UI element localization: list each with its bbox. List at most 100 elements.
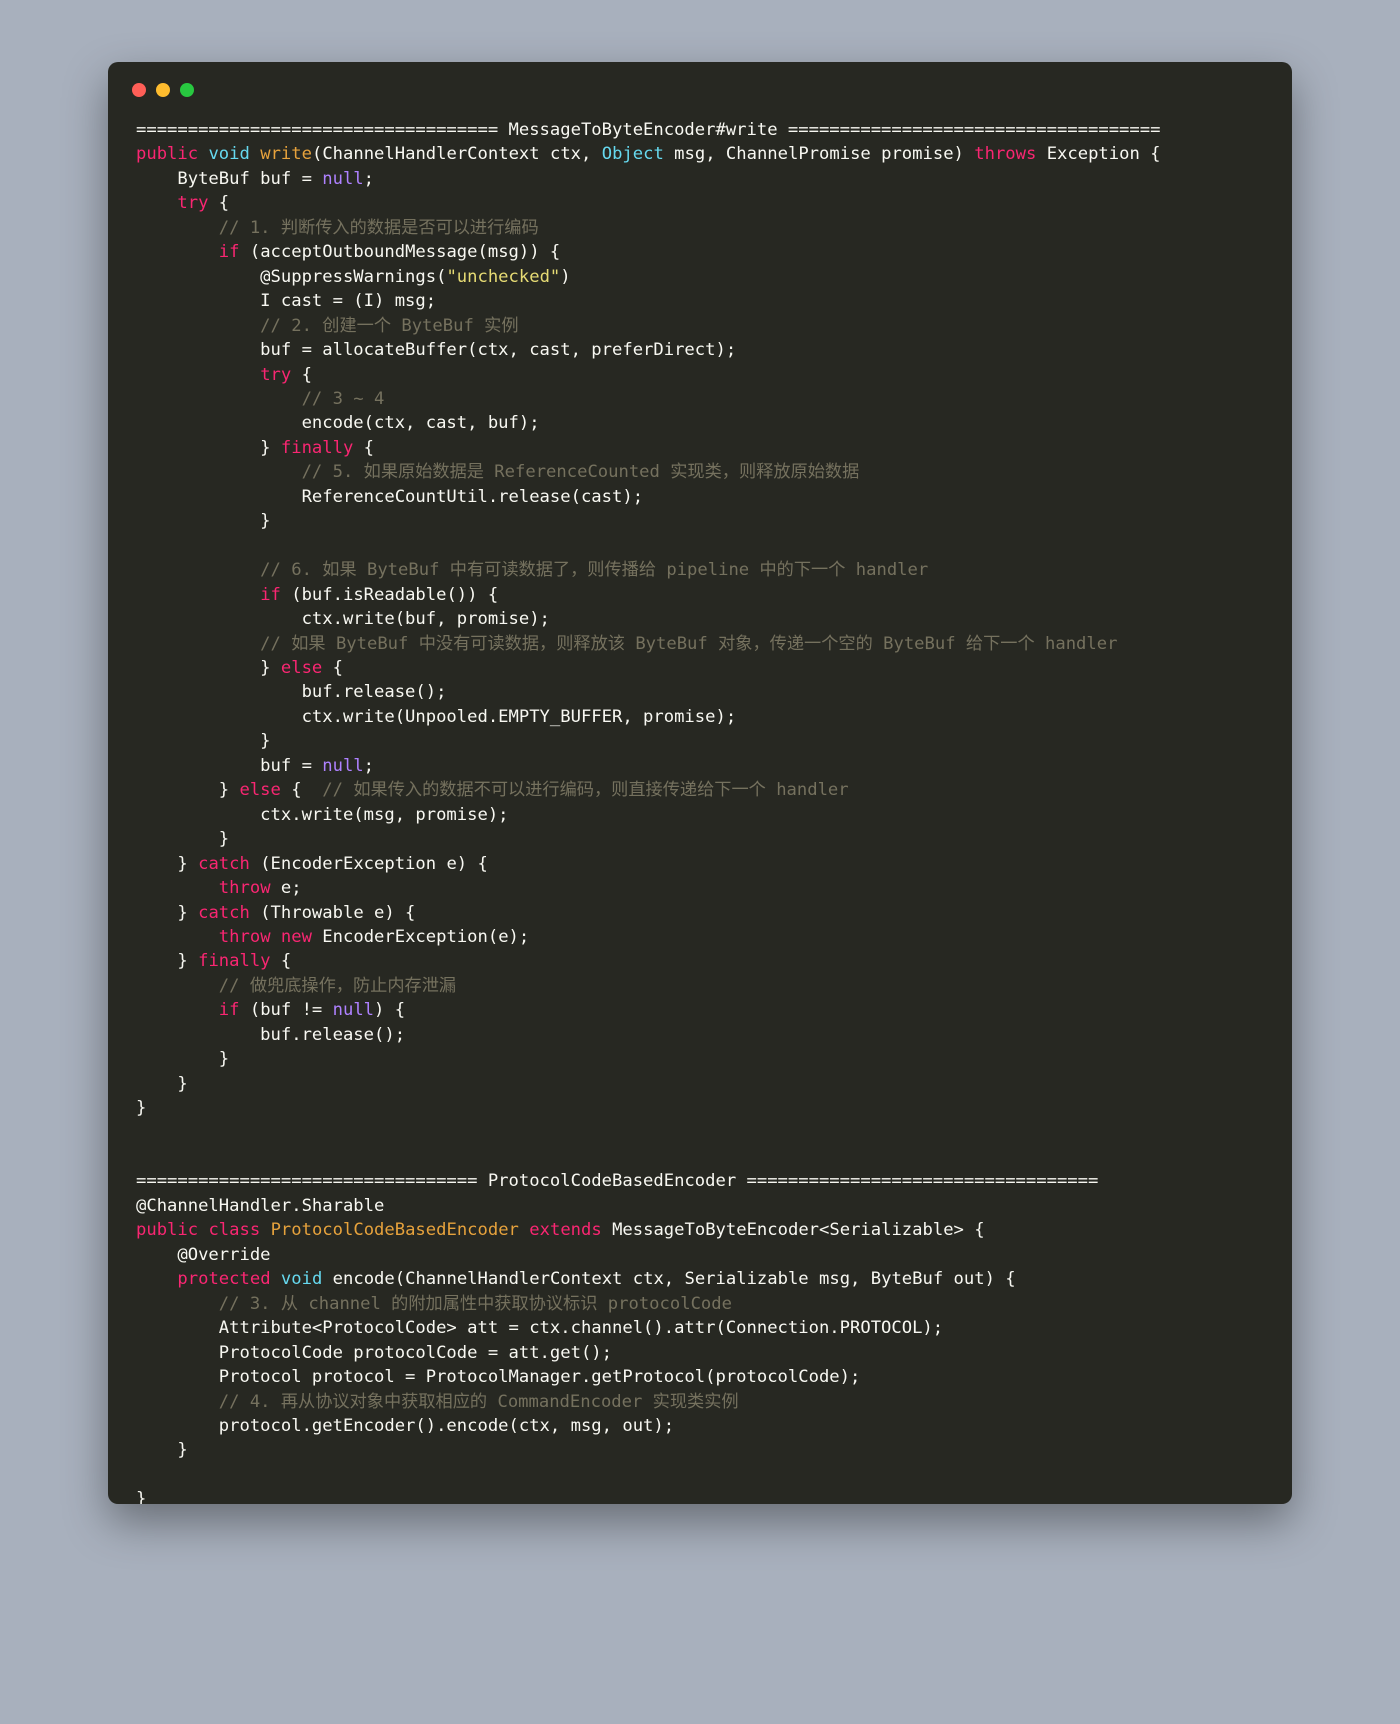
code-token: encode(ChannelHandlerContext ctx, Serial…	[322, 1269, 1016, 1290]
code-line: ReferenceCountUtil.release(cast);	[136, 485, 1270, 509]
code-line: buf.release();	[136, 680, 1270, 704]
code-line: ByteBuf buf = null;	[136, 167, 1270, 191]
code-token: }	[136, 1440, 188, 1461]
code-token: @ChannelHandler.Sharable	[136, 1195, 385, 1216]
zoom-button[interactable]	[180, 83, 194, 97]
code-token: null	[322, 168, 364, 189]
code-token: // 3. 从 channel 的附加属性中获取协议标识 protocolCod…	[136, 1293, 732, 1314]
code-line: ProtocolCode protocolCode = att.get();	[136, 1341, 1270, 1365]
code-line: } catch (EncoderException e) {	[136, 852, 1270, 876]
code-token: {	[322, 657, 343, 678]
code-token: public	[136, 144, 199, 165]
code-line: Protocol protocol = ProtocolManager.getP…	[136, 1365, 1270, 1389]
code-token: try	[177, 193, 209, 214]
code-token: finally	[280, 437, 354, 458]
minimize-button[interactable]	[156, 83, 170, 97]
code-token: // 如果传入的数据不可以进行编码，则直接传递给下一个 handler	[322, 780, 849, 801]
code-token: protected	[177, 1269, 271, 1290]
code-token: if	[218, 242, 240, 263]
code-token: ctx.write(buf, promise);	[136, 609, 550, 630]
code-token: ) {	[374, 1000, 406, 1021]
code-token: else	[280, 657, 323, 678]
code-token: class	[208, 1220, 261, 1241]
code-token: // 2. 创建一个 ByteBuf 实例	[136, 315, 519, 336]
code-token: // 5. 如果原始数据是 ReferenceCounted 实现类，则释放原始…	[136, 462, 860, 483]
code-token: {	[353, 437, 375, 458]
code-token: // 6. 如果 ByteBuf 中有可读数据了，则传播给 pipeline 中…	[136, 560, 929, 581]
code-token: ctx.write(msg, promise);	[136, 804, 509, 825]
code-token: write	[260, 144, 312, 165]
code-token: buf.release();	[136, 682, 447, 703]
code-token: {	[280, 780, 323, 801]
code-line: protocol.getEncoder().encode(ctx, msg, o…	[136, 1414, 1270, 1438]
code-token: ;	[363, 168, 375, 189]
code-line: // 做兜底操作，防止内存泄漏	[136, 974, 1270, 998]
code-token: )	[560, 266, 571, 287]
code-line: } finally {	[136, 949, 1270, 973]
code-token: =================================== Mess…	[136, 120, 1161, 140]
code-token: Exception {	[1036, 144, 1161, 165]
code-line: ================================= Protoc…	[136, 1169, 1270, 1193]
code-token: buf = allocateBuffer(ctx, cast, preferDi…	[136, 340, 737, 361]
code-line: } catch (Throwable e) {	[136, 901, 1270, 925]
code-line: // 2. 创建一个 ByteBuf 实例	[136, 314, 1270, 338]
code-line: throw new EncoderException(e);	[136, 925, 1270, 949]
code-line: @Override	[136, 1243, 1270, 1267]
code-line: if (buf.isReadable()) {	[136, 583, 1270, 607]
close-button[interactable]	[132, 83, 146, 97]
code-token: e;	[270, 878, 302, 899]
code-token: try	[260, 364, 292, 385]
code-line: } else {	[136, 656, 1270, 680]
code-line: // 4. 再从协议对象中获取相应的 CommandEncoder 实现类实例	[136, 1390, 1270, 1414]
window-titlebar	[108, 62, 1292, 118]
code-token: protocol.getEncoder().encode(ctx, msg, o…	[136, 1416, 675, 1437]
code-line: if (acceptOutboundMessage(msg)) {	[136, 240, 1270, 264]
code-token: ReferenceCountUtil.release(cast);	[136, 486, 644, 507]
code-line: if (buf != null) {	[136, 998, 1270, 1022]
code-token: buf =	[136, 755, 323, 776]
code-token: ProtocolCode protocolCode = att.get();	[136, 1342, 612, 1363]
code-token: }	[136, 1489, 147, 1504]
code-line: }	[136, 1047, 1270, 1071]
code-line: =================================== Mess…	[136, 118, 1270, 142]
code-token: encode(ctx, cast, buf);	[136, 413, 540, 434]
code-token: ProtocolCodeBasedEncoder	[270, 1220, 519, 1241]
code-token: if	[218, 1000, 240, 1021]
code-line: buf = allocateBuffer(ctx, cast, preferDi…	[136, 338, 1270, 362]
code-line: // 5. 如果原始数据是 ReferenceCounted 实现类，则释放原始…	[136, 460, 1270, 484]
code-token: extends	[529, 1220, 602, 1241]
code-line: }	[136, 729, 1270, 753]
code-token: ctx.write(Unpooled.EMPTY_BUFFER, promise…	[136, 706, 737, 727]
code-token: Object	[601, 144, 664, 165]
code-line: }	[136, 1487, 1270, 1504]
code-line: // 如果 ByteBuf 中没有可读数据，则释放该 ByteBuf 对象，传递…	[136, 632, 1270, 656]
code-token: null	[322, 755, 364, 776]
code-line: try {	[136, 363, 1270, 387]
code-token: else	[239, 780, 281, 801]
code-token: }	[136, 657, 281, 678]
code-token: }	[136, 511, 271, 532]
code-line: }	[136, 1072, 1270, 1096]
code-token: if	[260, 584, 281, 605]
code-token: }	[136, 1073, 188, 1094]
code-token: throws	[974, 144, 1037, 165]
code-token: @SuppressWarnings(	[136, 266, 447, 287]
code-line: encode(ctx, cast, buf);	[136, 411, 1270, 435]
code-line: ctx.write(buf, promise);	[136, 607, 1270, 631]
code-token: @Override	[136, 1244, 271, 1265]
code-token: }	[136, 1049, 230, 1070]
code-token: (buf.isReadable()) {	[280, 584, 499, 605]
code-token: (Throwable e) {	[249, 902, 416, 923]
code-token: throw	[218, 878, 271, 899]
